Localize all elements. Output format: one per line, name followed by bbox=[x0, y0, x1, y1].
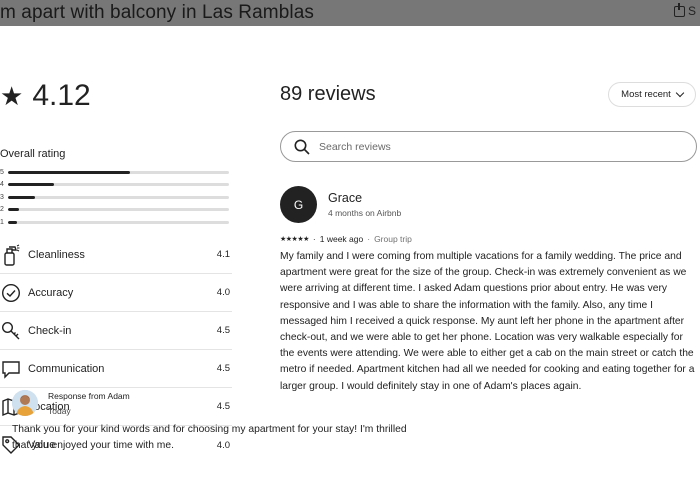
sort-label: Most recent bbox=[621, 89, 671, 100]
reviewer-avatar[interactable]: G bbox=[280, 186, 317, 223]
category-row-check-in: Check-in 4.5 bbox=[0, 312, 232, 350]
review-date: 1 week ago bbox=[319, 234, 364, 244]
rating-bar-row: 3 bbox=[0, 191, 232, 204]
listing-title: m apart with balcony in Las Ramblas bbox=[0, 2, 314, 23]
reviewer-meta: 4 months on Airbnb bbox=[328, 208, 402, 218]
rating-bar-row: 1 bbox=[0, 216, 232, 229]
category-name: Cleanliness bbox=[28, 248, 85, 261]
rating-bar-track bbox=[8, 170, 229, 174]
rating-bar-label: 2 bbox=[0, 206, 4, 214]
trip-type: Group trip bbox=[374, 234, 412, 244]
chevron-down-icon bbox=[675, 88, 685, 98]
rating-distribution: 5 4 3 2 1 bbox=[0, 166, 232, 229]
category-name: Accuracy bbox=[28, 286, 74, 299]
chat-bubble-icon bbox=[0, 358, 22, 380]
reviewer-name: Grace bbox=[328, 191, 363, 205]
overall-rating-label: Overall rating bbox=[0, 148, 66, 160]
share-icon bbox=[673, 2, 685, 17]
rating-bar-fill bbox=[8, 183, 55, 187]
separator: · bbox=[367, 234, 371, 244]
category-value: 4.1 bbox=[216, 249, 230, 260]
category-value: 4.5 bbox=[216, 401, 230, 412]
search-reviews-field[interactable] bbox=[280, 131, 697, 162]
background-page: m apart with balcony in Las Ramblas S bbox=[0, 0, 700, 26]
spray-bottle-icon bbox=[0, 244, 22, 266]
sort-dropdown[interactable]: Most recent bbox=[608, 82, 696, 107]
review-stars: ★★★★★ bbox=[280, 236, 309, 243]
host-avatar[interactable] bbox=[12, 390, 38, 416]
key-icon bbox=[0, 320, 22, 342]
response-title: Response from Adam bbox=[48, 391, 130, 401]
category-row-cleanliness: Cleanliness 4.1 bbox=[0, 236, 232, 274]
search-reviews-input[interactable] bbox=[319, 140, 679, 153]
rating-bar-fill bbox=[8, 220, 17, 224]
rating-bar-fill bbox=[8, 170, 130, 174]
rating-bar-row: 5 bbox=[0, 166, 232, 179]
star-icon: ★ bbox=[0, 81, 24, 111]
overall-score: ★ 4.12 bbox=[0, 79, 91, 113]
search-icon bbox=[294, 139, 310, 155]
category-name: Check-in bbox=[28, 324, 72, 337]
rating-bar-label: 4 bbox=[0, 181, 4, 189]
response-text: Thank you for your kind words and for ch… bbox=[12, 424, 407, 451]
share-label: S bbox=[687, 4, 696, 18]
rating-bar-label: 3 bbox=[0, 193, 4, 201]
separator: · bbox=[312, 234, 316, 244]
category-name: Communication bbox=[28, 362, 105, 375]
rating-bar-fill bbox=[8, 195, 35, 199]
rating-bar-row: 2 bbox=[0, 204, 232, 217]
rating-value: 4.12 bbox=[32, 79, 91, 112]
rating-bar-fill bbox=[8, 208, 20, 212]
category-value: 4.5 bbox=[216, 325, 230, 336]
rating-bar-track bbox=[8, 183, 229, 187]
category-value: 4.5 bbox=[216, 363, 230, 374]
category-value: 4.0 bbox=[216, 287, 230, 298]
rating-bar-track bbox=[8, 220, 229, 224]
reviews-count-title: 89 reviews bbox=[280, 83, 376, 105]
review-rating-line: ★★★★★ · 1 week ago · Group trip bbox=[280, 234, 412, 244]
rating-bar-label: 5 bbox=[0, 168, 4, 176]
rating-bar-track bbox=[8, 208, 229, 212]
reviews-modal: ★ 4.12 Overall rating 5 4 3 2 1 Cleanliness … bbox=[0, 26, 700, 500]
category-row-accuracy: Accuracy 4.0 bbox=[0, 274, 232, 312]
rating-bar-track bbox=[8, 195, 229, 199]
check-circle-icon bbox=[0, 282, 22, 304]
response-date: Today bbox=[48, 406, 71, 416]
share-button[interactable]: S bbox=[673, 2, 696, 18]
rating-bar-row: 4 bbox=[0, 179, 232, 192]
review-text: My family and I were coming from multipl… bbox=[280, 251, 695, 392]
category-row-communication: Communication 4.5 bbox=[0, 350, 232, 388]
rating-bar-label: 1 bbox=[0, 218, 4, 226]
